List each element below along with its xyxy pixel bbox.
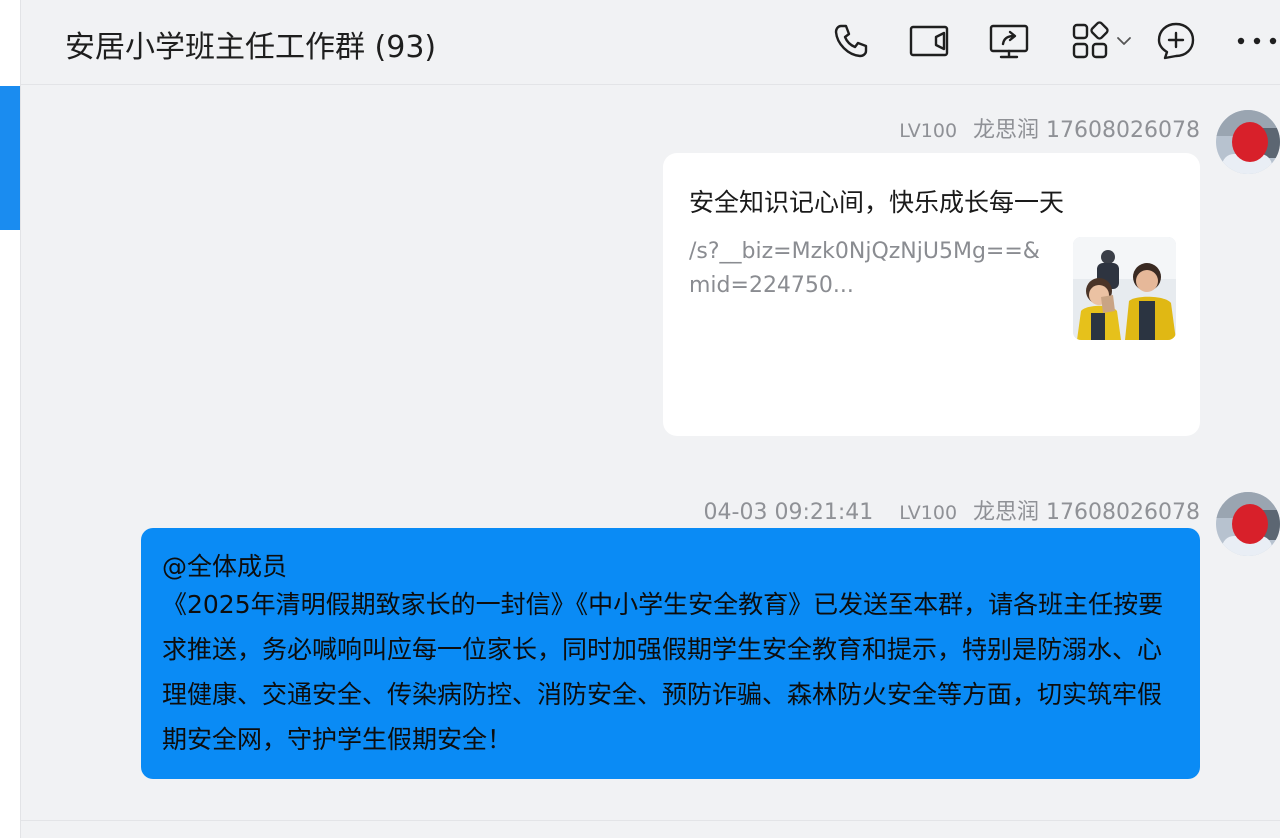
message-meta: 04-03 09:21:41 LV100 龙思润 17608026078 [704,494,1200,526]
active-indicator [0,86,20,230]
chat-title: 安居小学班主任工作群 (93) [65,30,437,65]
link-card-title: 安全知识记心间，快乐成长每一天 [689,188,1065,217]
message-meta: LV100 龙思润 17608026078 [899,112,1200,144]
video-call-icon[interactable] [907,20,951,62]
add-chat-icon[interactable] [1154,20,1198,62]
link-card-url: /s?__biz=Mzk0NjQzNjU5Mg==&mid=224750... [689,239,1040,298]
screen-share-icon[interactable] [987,20,1031,62]
link-card[interactable]: 安全知识记心间，快乐成长每一天 /s?__biz=Mzk0NjQzNjU5Mg=… [663,153,1200,436]
mention-all[interactable]: @全体成员 [162,548,1180,586]
avatar[interactable] [1216,110,1280,174]
divider [21,820,1280,821]
chevron-down-icon[interactable] [1114,20,1134,62]
link-card-thumbnail [1073,237,1176,340]
phone-icon[interactable] [831,20,871,62]
message-timestamp: 04-03 09:21:41 [703,500,874,525]
apps-grid-icon[interactable] [1068,20,1112,62]
sender-name[interactable]: 龙思润 17608026078 [973,494,1200,526]
sender-level: LV100 [899,120,958,142]
message-bubble[interactable]: @全体成员 《2025年清明假期致家长的一封信》《中小学生安全教育》已发送至本群… [141,528,1200,779]
more-icon[interactable] [1234,20,1280,62]
avatar[interactable] [1216,492,1280,556]
sender-level: LV100 [899,502,958,524]
message-text: 《2025年清明假期致家长的一封信》《中小学生安全教育》已发送至本群，请各班主任… [162,590,1164,754]
chat-header: 安居小学班主任工作群 (93) [21,0,1280,85]
sender-name[interactable]: 龙思润 17608026078 [973,112,1200,144]
